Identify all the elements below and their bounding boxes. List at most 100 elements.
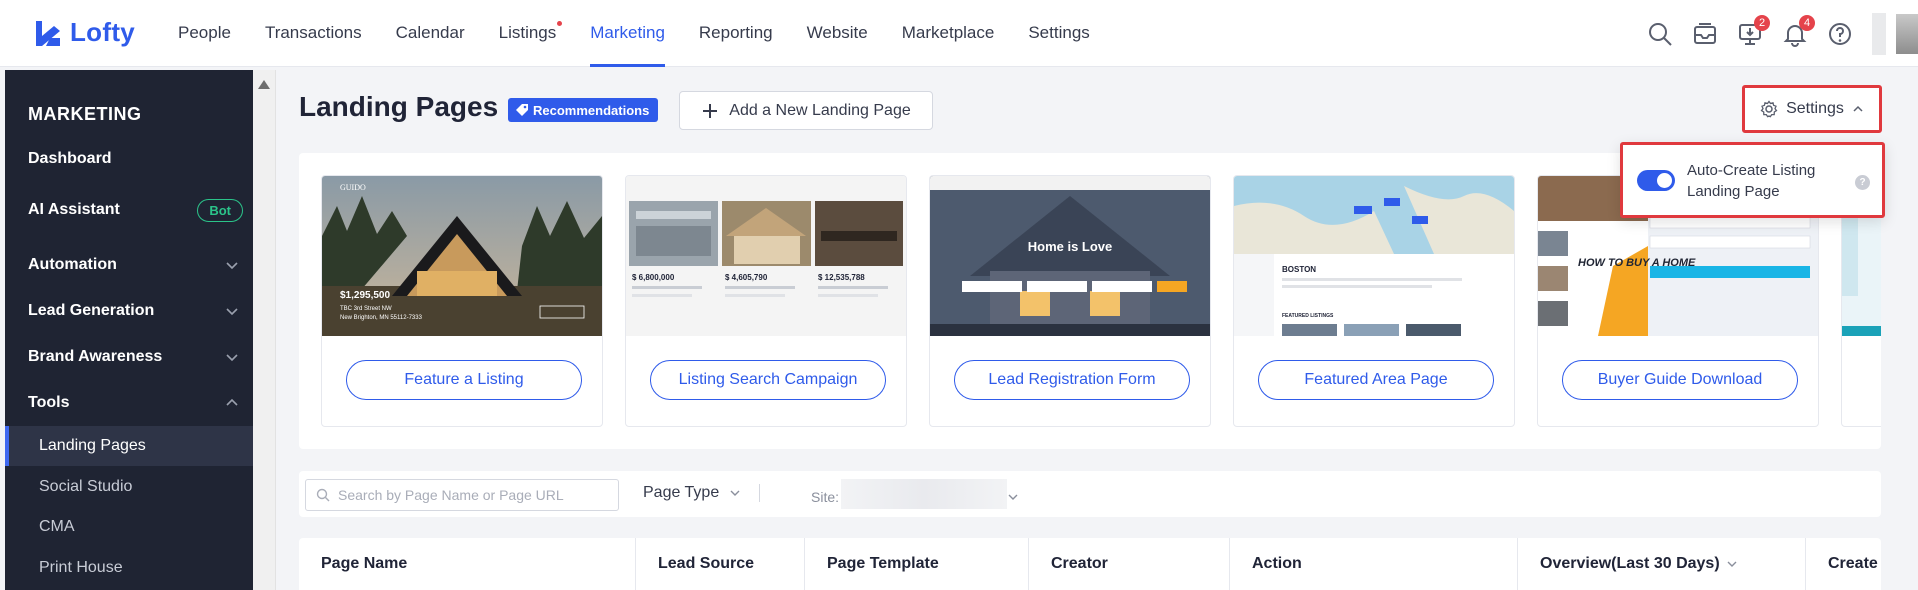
lofty-logo-icon <box>36 20 60 46</box>
template-card-lead-registration[interactable]: Home is Love Lead Registration Form <box>929 175 1211 427</box>
sidebar-subitem-cma[interactable]: CMA <box>5 507 253 547</box>
bell-badge: 4 <box>1799 14 1815 31</box>
chevron-up-icon <box>226 398 238 406</box>
listing-search-campaign-button[interactable]: Listing Search Campaign <box>650 360 886 400</box>
column-overview-label: Overview(Last 30 Days) <box>1540 555 1720 572</box>
column-page-name[interactable]: Page Name <box>299 538 636 590</box>
recommendations-badge[interactable]: Recommendations <box>508 98 659 122</box>
chevron-down-icon <box>226 262 238 270</box>
add-landing-page-label: Add a New Landing Page <box>729 101 911 119</box>
settings-dropdown: Auto-Create Listing Landing Page ? <box>1620 142 1885 218</box>
recommendations-label: Recommendations <box>533 102 650 118</box>
scroll-up-icon[interactable] <box>258 80 270 89</box>
user-name-blurred <box>1872 12 1886 55</box>
avatar[interactable] <box>1896 13 1918 54</box>
nav-transactions[interactable]: Transactions <box>265 0 362 67</box>
inbox-icon[interactable] <box>1692 21 1718 47</box>
app-logo[interactable]: Lofty <box>32 17 135 48</box>
table-header: Page Name Lead Source Page Template Crea… <box>299 538 1881 590</box>
thumb-address-line1: TBC 3rd Street NW <box>340 306 392 312</box>
thumb-brand: GUIDO <box>340 183 366 192</box>
sidebar-item-brand-awareness[interactable]: Brand Awareness <box>28 348 243 366</box>
site-label: Site: <box>811 489 840 505</box>
template-thumbnail: $1,295,500 TBC 3rd Street NW New Brighto… <box>322 176 602 336</box>
template-thumbnail: BOSTON FEATURED LISTINGS <box>1234 176 1514 336</box>
monitor-icon[interactable]: 2 <box>1737 14 1770 47</box>
sidebar-subitem-social-studio[interactable]: Social Studio <box>5 467 253 507</box>
auto-create-toggle[interactable] <box>1637 170 1675 191</box>
sidebar-item-lead-generation[interactable]: Lead Generation <box>28 302 243 320</box>
search-icon[interactable] <box>1647 21 1673 47</box>
template-card-featured-area[interactable]: BOSTON FEATURED LISTINGS Featured Area P… <box>1233 175 1515 427</box>
thumb-price: $1,295,500 <box>340 290 390 301</box>
chevron-down-icon <box>1008 494 1018 500</box>
column-lead-source[interactable]: Lead Source <box>636 538 805 590</box>
sidebar-item-label: Brand Awareness <box>28 348 163 365</box>
settings-button[interactable]: Settings <box>1742 85 1882 133</box>
settings-label: Settings <box>1786 100 1844 117</box>
sidebar-subitem-landing-pages[interactable]: Landing Pages <box>5 426 253 466</box>
lead-registration-form-button[interactable]: Lead Registration Form <box>954 360 1190 400</box>
buyer-guide-download-button[interactable]: Buyer Guide Download <box>1562 360 1798 400</box>
bot-badge: Bot <box>197 198 243 222</box>
monitor-badge: 2 <box>1754 14 1770 31</box>
nav-website[interactable]: Website <box>807 0 868 67</box>
template-card-feature-listing[interactable]: $1,295,500 TBC 3rd Street NW New Brighto… <box>321 175 603 427</box>
nav-calendar[interactable]: Calendar <box>396 0 465 67</box>
sidebar-item-tools[interactable]: Tools <box>28 394 243 412</box>
top-icons: 2 4 <box>1647 0 1918 67</box>
divider <box>759 484 761 502</box>
sidebar-item-label: Automation <box>28 256 117 273</box>
column-action[interactable]: Action <box>1230 538 1518 590</box>
search-input[interactable] <box>338 487 608 503</box>
app-name: Lofty <box>70 17 136 47</box>
help-icon[interactable]: ? <box>1855 175 1870 190</box>
template-card-listing-search[interactable]: $ 6,800,000 $ 4,605,790 $ 12,535,788 Lis… <box>625 175 907 427</box>
sidebar-item-automation[interactable]: Automation <box>28 256 243 274</box>
nav-marketing[interactable]: Marketing <box>590 0 665 67</box>
template-thumbnail: Home is Love <box>930 176 1210 336</box>
nav-reporting[interactable]: Reporting <box>699 0 773 67</box>
sidebar-item-label: Dashboard <box>28 150 112 167</box>
notification-dot <box>557 21 563 26</box>
tag-icon <box>516 104 528 116</box>
add-landing-page-button[interactable]: Add a New Landing Page <box>679 91 933 130</box>
sidebar-item-ai-assistant[interactable]: AI Assistant Bot <box>28 198 243 222</box>
column-page-template[interactable]: Page Template <box>805 538 1029 590</box>
feature-listing-button[interactable]: Feature a Listing <box>346 360 582 400</box>
filter-bar: Page Type Site: <box>299 471 1881 517</box>
sidebar-item-label: Tools <box>28 394 70 411</box>
column-overview[interactable]: Overview(Last 30 Days) <box>1518 538 1806 590</box>
search-icon <box>316 488 330 502</box>
template-thumbnail: $ 6,800,000 $ 4,605,790 $ 12,535,788 <box>626 176 906 336</box>
column-creator[interactable]: Creator <box>1029 538 1230 590</box>
sidebar-scrollbar[interactable] <box>253 70 276 590</box>
page-type-select[interactable]: Page Type <box>643 484 761 502</box>
sidebar-title: MARKETING <box>28 104 142 124</box>
featured-area-page-button[interactable]: Featured Area Page <box>1258 360 1494 400</box>
auto-create-label: Auto-Create Listing Landing Page <box>1687 162 1816 200</box>
sidebar-subitem-print-house[interactable]: Print House <box>5 548 253 588</box>
nav-people[interactable]: People <box>178 0 231 67</box>
main-nav: People Transactions Calendar Listings Ma… <box>178 0 1124 67</box>
chevron-down-icon <box>730 490 740 496</box>
nav-marketplace[interactable]: Marketplace <box>902 0 995 67</box>
page-title: Landing Pages <box>299 91 499 122</box>
chevron-up-icon <box>1853 105 1863 112</box>
help-icon[interactable] <box>1827 21 1853 47</box>
page-type-label: Page Type <box>643 484 720 501</box>
thumb-price-1: $ 6,800,000 <box>632 273 675 282</box>
thumb-city: BOSTON <box>1282 265 1316 274</box>
sidebar-item-dashboard[interactable]: Dashboard <box>28 150 243 168</box>
column-create[interactable]: Create <box>1806 538 1881 590</box>
site-select[interactable]: Site: <box>811 479 1019 509</box>
search-box[interactable] <box>305 479 619 511</box>
thumb-price-3: $ 12,535,788 <box>818 273 865 282</box>
bell-icon[interactable]: 4 <box>1782 14 1815 47</box>
nav-settings[interactable]: Settings <box>1028 0 1089 67</box>
nav-listings[interactable]: Listings <box>498 0 563 67</box>
site-value-blurred <box>841 479 1008 509</box>
thumb-headline: Home is Love <box>1028 239 1113 254</box>
thumb-section: FEATURED LISTINGS <box>1282 313 1334 319</box>
nav-listings-label: Listings <box>498 23 557 42</box>
